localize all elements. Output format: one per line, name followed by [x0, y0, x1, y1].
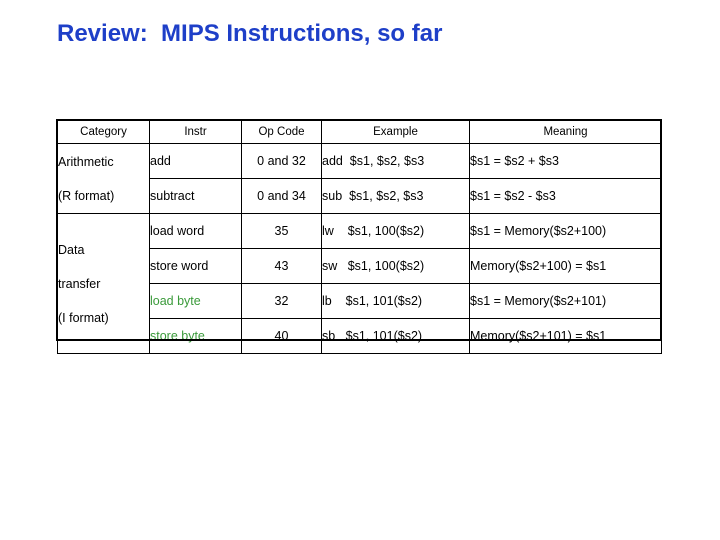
cell-instr: store word — [149, 248, 242, 284]
cell-meaning: $s1 = Memory($s2+101) — [469, 283, 662, 319]
cell-opcode: 35 — [241, 213, 322, 249]
category-line: Data — [58, 242, 85, 257]
category-line: (I format) — [58, 310, 109, 325]
cell-opcode: 43 — [241, 248, 322, 284]
cell-opcode: 40 — [241, 318, 322, 354]
category-group-data-transfer: Data transfer (I format) — [57, 213, 150, 354]
cell-instr: add — [149, 143, 242, 179]
table-row: Data transfer (I format) load word 35 lw… — [57, 213, 662, 354]
cell-opcode: 0 and 32 — [241, 143, 322, 179]
cell-opcode: 0 and 34 — [241, 178, 322, 214]
column-header-opcode: Op Code — [241, 120, 322, 144]
cell-opcode: 32 — [241, 283, 322, 319]
table-header-row: Category Instr Op Code Example Meaning — [57, 120, 662, 144]
cell-instr: store byte — [149, 318, 242, 354]
category-line: Arithmetic — [58, 154, 114, 169]
cell-example: lb $s1, 101($s2) — [321, 283, 470, 319]
column-header-example: Example — [321, 120, 470, 144]
cell-meaning: $s1 = $s2 + $s3 — [469, 143, 662, 179]
cell-example: sw $s1, 100($s2) — [321, 248, 470, 284]
cell-meaning: $s1 = Memory($s2+100) — [469, 213, 662, 249]
cell-example: lw $s1, 100($s2) — [321, 213, 470, 249]
cell-instr: subtract — [149, 178, 242, 214]
page-title: Review: MIPS Instructions, so far — [57, 20, 443, 47]
cell-instr: load byte — [149, 283, 242, 319]
category-line: (R format) — [58, 188, 115, 203]
cell-meaning: Memory($s2+101) = $s1 — [469, 318, 662, 354]
cell-example: sb $s1, 101($s2) — [321, 318, 470, 354]
mips-instruction-table: Category Instr Op Code Example Meaning A… — [57, 120, 662, 354]
cell-meaning: Memory($s2+100) = $s1 — [469, 248, 662, 284]
cell-example: add $s1, $s2, $s3 — [321, 143, 470, 179]
column-header-instr: Instr — [149, 120, 242, 144]
cell-example: sub $s1, $s2, $s3 — [321, 178, 470, 214]
category-group-arithmetic: Arithmetic (R format) — [57, 143, 150, 214]
cell-instr: load word — [149, 213, 242, 249]
column-header-meaning: Meaning — [469, 120, 662, 144]
table-row: Arithmetic (R format) add 0 and 32 add $… — [57, 143, 662, 214]
category-line: transfer — [58, 276, 101, 291]
column-header-category: Category — [57, 120, 150, 144]
slide-canvas: Review: MIPS Instructions, so far Catego… — [0, 0, 720, 540]
cell-meaning: $s1 = $s2 - $s3 — [469, 178, 662, 214]
